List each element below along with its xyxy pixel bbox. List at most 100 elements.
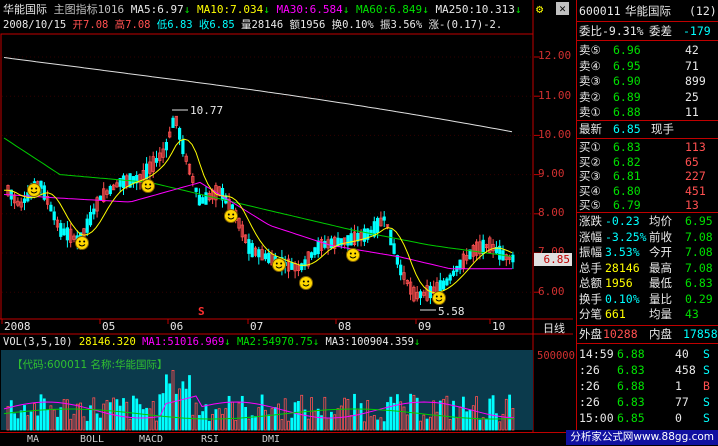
- volume-bar: [201, 411, 205, 431]
- close-icon[interactable]: ✕: [556, 2, 569, 15]
- stat-label: 振幅: [579, 245, 602, 259]
- candle-body: [98, 195, 102, 200]
- candle-body: [445, 278, 449, 286]
- candle-body: [382, 216, 386, 221]
- tick-side: B: [703, 379, 710, 393]
- outer-label: 外盘: [579, 327, 602, 341]
- candle-body: [181, 139, 185, 155]
- last-price: 6.85: [613, 122, 641, 136]
- tick-price: 6.83: [617, 395, 645, 409]
- tick-time: :26: [579, 395, 600, 409]
- indicator-label: 主图指标1016: [53, 3, 125, 16]
- stat-label: 总手: [579, 260, 602, 275]
- candle-body: [316, 240, 320, 255]
- low-annotation: 5.58: [438, 305, 465, 318]
- quote-name: 华能国际: [625, 4, 671, 18]
- smiley-signal-icon: [299, 276, 313, 290]
- candle-body: [290, 262, 294, 270]
- stat-row: 涨幅 -3.25% 前收 7.08: [577, 229, 718, 245]
- volume-bar: [204, 404, 208, 431]
- tab-rsi[interactable]: RSI: [201, 433, 219, 446]
- ma250-value: MA250:10.313: [435, 3, 515, 16]
- tick-row: :26 6.83 77 S: [577, 394, 718, 410]
- volume-bar: [164, 374, 168, 431]
- stat-value: 661: [605, 307, 626, 321]
- candle-body: [88, 211, 93, 226]
- volume-bar: [118, 405, 122, 431]
- volume-value: 量28146: [241, 19, 284, 31]
- volume-bar: [376, 419, 380, 431]
- ma30-value: MA30:6.584: [276, 3, 343, 16]
- stat-row: 振幅 3.53% 今开 7.08: [577, 244, 718, 260]
- bid-row: 买⑤ 6.79 13: [577, 197, 718, 213]
- tick-price: 6.88: [617, 379, 645, 393]
- candle-body: [154, 157, 159, 163]
- volume-bar: [244, 406, 248, 431]
- inner-value: 17858: [683, 327, 718, 341]
- change-value: 涨-(0.17)-2.: [428, 19, 503, 31]
- tick-volume: 40: [675, 347, 689, 361]
- stat-row: 总额 1956 最低 6.83: [577, 275, 718, 291]
- candle-body: [313, 247, 317, 256]
- tick-side: S: [703, 347, 710, 361]
- ask-label: 卖①: [579, 105, 601, 119]
- candle-body: [257, 249, 261, 258]
- volume-bar: [415, 397, 419, 431]
- vol-ma3: MA3:100904.359: [325, 336, 414, 348]
- candle-body: [194, 187, 198, 192]
- month-tick: 09: [418, 320, 432, 333]
- smiley-signal-icon: [27, 183, 41, 197]
- bid-volume: 13: [685, 198, 699, 212]
- volume-bar: [273, 407, 277, 431]
- tick-side: S: [703, 395, 710, 409]
- tick-row: :26 6.88 1 B: [577, 378, 718, 394]
- volume-bar: [108, 402, 112, 431]
- candle-body: [131, 176, 135, 184]
- close-value: 收6.85: [198, 19, 235, 31]
- candle-body: [458, 259, 462, 270]
- month-tick: 07: [250, 320, 264, 333]
- low-value: 低6.83: [156, 19, 193, 31]
- ma60-value: MA60:6.849: [355, 3, 423, 16]
- ask-price: 6.96: [613, 43, 641, 57]
- turnover-value: 换0.10%: [331, 19, 374, 31]
- volume-bar: [254, 416, 257, 431]
- ask-row: 卖② 6.89 25: [577, 89, 718, 105]
- volume-bar: [174, 393, 178, 431]
- period-label[interactable]: 日线: [543, 320, 565, 336]
- candle-body: [220, 187, 225, 201]
- stat-label: 量比: [649, 291, 672, 306]
- tick-price: 6.88: [617, 347, 645, 361]
- ask-price: 6.89: [613, 89, 641, 104]
- vol-ma1: MA1:51016.969: [142, 336, 225, 348]
- tab-boll[interactable]: BOLL: [80, 433, 104, 446]
- volume-bar: [36, 415, 40, 431]
- inner-label: 内盘: [649, 327, 672, 341]
- weicha-value: -179: [683, 24, 711, 38]
- volume-bar: [240, 395, 244, 431]
- ask-price: 6.88: [613, 105, 641, 119]
- volume-bar: [316, 408, 320, 431]
- stat-value: 28146: [605, 260, 640, 275]
- ask-row: 卖⑤ 6.96 42: [577, 42, 718, 58]
- outer-value: 10288: [603, 327, 638, 341]
- candle-body: [62, 228, 66, 236]
- candle-body: [92, 208, 96, 215]
- tab-ma[interactable]: MA: [27, 433, 39, 446]
- volume-bar: [158, 394, 162, 431]
- tick-side: S: [703, 363, 710, 377]
- volume-bar: [95, 413, 99, 431]
- tab-macd[interactable]: MACD: [139, 433, 163, 446]
- volume-bar: [425, 418, 429, 431]
- tab-dmi[interactable]: DMI: [262, 433, 280, 446]
- settings-gear-icon[interactable]: ⚙: [536, 2, 543, 16]
- stat-value: -3.25%: [605, 229, 647, 244]
- weibi-row: 委比-9.31% 委差 -179: [577, 23, 718, 39]
- kline-chart-area[interactable]: 华能国际 主图指标1016 MA5:6.97↓ MA10:7.034↓ MA30…: [0, 0, 575, 432]
- ask-label: 卖⑤: [579, 43, 601, 57]
- stat-value: 7.08: [685, 229, 713, 244]
- candle-body: [451, 270, 456, 276]
- price-tick: 11.00: [538, 89, 572, 102]
- volume-bar: [207, 420, 211, 431]
- stat-value: 0.29: [685, 291, 713, 306]
